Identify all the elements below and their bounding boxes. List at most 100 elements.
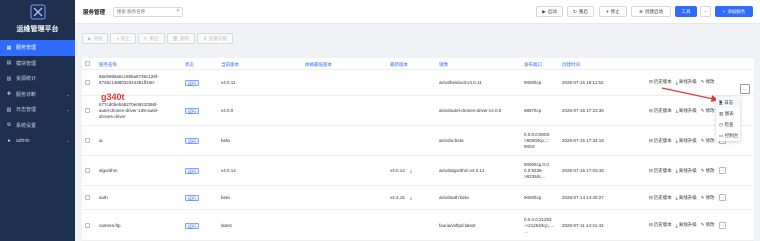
clock-icon: ◷: [719, 121, 723, 127]
dropdown-item-console[interactable]: ▭ 控制台: [716, 130, 740, 141]
history-button[interactable]: ⊟ 历史版本: [649, 168, 672, 174]
edit-button[interactable]: ✎ 修改: [701, 222, 715, 228]
edit-button[interactable]: ✎ 修改: [701, 168, 715, 174]
row-actions-dropdown: 🗎 日志 ▥ 图表 ◷ 检查 ▭ 控制台: [716, 97, 740, 141]
add-service-button[interactable]: + 添加服务: [715, 6, 753, 17]
service-name[interactable]: algorithm: [99, 168, 118, 174]
search-input[interactable]: [113, 6, 184, 17]
pencil-icon: ✎: [700, 79, 705, 84]
annotation-text: g340t: [101, 92, 125, 102]
port-line: ...: [524, 228, 528, 234]
select-all-checkbox[interactable]: [85, 61, 90, 66]
history-button[interactable]: ⊟ 历史版本: [649, 108, 672, 114]
offline-upgrade-button[interactable]: ⤓ 离线升级: [676, 222, 697, 228]
start-button[interactable]: ▶ 启动: [536, 6, 563, 17]
status-badge: 运行: [185, 138, 199, 144]
created-time: 2025-07-15 17:34:18: [562, 138, 604, 143]
download-icon: ⤓: [675, 108, 678, 113]
image-name: airiot/auth:beta: [439, 195, 469, 200]
row-more-button[interactable]: ···: [718, 221, 726, 229]
dropdown-item-log[interactable]: 🗎 日志: [716, 97, 740, 108]
stop-button[interactable]: ⏸ 停止: [599, 6, 627, 17]
toolbar-delete-button[interactable]: 🗑 删除: [166, 33, 196, 44]
history-button[interactable]: ⊟ 历史版本: [649, 195, 672, 201]
status-badge: 运行: [185, 195, 199, 201]
logo: 运维管理平台: [0, 0, 75, 40]
edit-button[interactable]: ✎ 修改: [701, 79, 715, 85]
row-more-button[interactable]: ···: [718, 194, 726, 201]
sidebar-item-label: 资源统计: [16, 76, 37, 83]
service-name[interactable]: ai: [99, 138, 103, 144]
port-line: 9000/tcp: [524, 195, 542, 200]
service-name[interactable]: 6746c1489032344351ff160-: [99, 80, 155, 86]
history-button[interactable]: ⊟ 历史版本: [649, 79, 672, 85]
restart-button[interactable]: ↻ 重启: [567, 6, 594, 17]
more-button[interactable]: ···: [700, 6, 711, 17]
offline-upgrade-label: 离线升级: [678, 167, 697, 173]
row-checkbox[interactable]: [85, 138, 90, 143]
offline-upgrade-button[interactable]: ⤓ 离线升级: [676, 168, 697, 174]
download-icon: ⤓: [675, 222, 678, 228]
pencil-icon: ✎: [700, 194, 705, 200]
history-label: 历史版本: [653, 167, 672, 173]
toolbar-upgrade-button[interactable]: ⬆ 批量升级: [197, 33, 233, 44]
user-icon: ●: [7, 137, 11, 144]
row-checkbox[interactable]: [85, 108, 90, 113]
toolbar-restart-button[interactable]: ↻ 重启: [137, 33, 165, 44]
row-checkbox[interactable]: [85, 195, 90, 200]
service-name[interactable]: camera-ftp: [99, 223, 121, 229]
sidebar-item-2[interactable]: ▥ 资源统计: [0, 71, 75, 87]
offline-upgrade-button[interactable]: ⤓ 离线升级: [676, 195, 697, 201]
create-start-button[interactable]: ⊕ 创建启动: [631, 6, 671, 17]
image-name: airiot/algorithm:v4.0.14: [439, 168, 485, 173]
dropdown-item-check[interactable]: ◷ 检查: [716, 119, 740, 130]
offline-upgrade-button[interactable]: ⤓ 离线升级: [676, 138, 697, 144]
port-line: 9003-: [524, 144, 536, 149]
sidebar-item-4[interactable]: ▧ 日志管理 ⌄: [0, 102, 75, 118]
service-name[interactable]: drones-driver: [99, 114, 126, 120]
offline-upgrade-label: 离线升级: [678, 194, 697, 200]
close-icon[interactable]: ✕: [176, 8, 180, 14]
history-button[interactable]: ⊟ 历史版本: [649, 222, 672, 228]
row-actions: ⊟历史版本⤓离线升级✎修改···: [649, 137, 726, 144]
edit-button[interactable]: ✎ 修改: [701, 138, 715, 144]
sidebar-item-0[interactable]: ▦ 服务管理: [0, 40, 75, 56]
download-icon[interactable]: ⤓: [410, 168, 412, 174]
sidebar-item-5[interactable]: ⚙ 系统设置: [0, 118, 75, 134]
history-label: 历史版本: [653, 222, 672, 227]
plus-circle-icon: ⊕: [639, 8, 643, 14]
history-label: 历史版本: [653, 194, 672, 200]
row-checkbox[interactable]: [85, 80, 90, 85]
download-icon[interactable]: ⤓: [410, 195, 412, 201]
sidebar-item-6[interactable]: ● admin ⌄: [0, 133, 75, 149]
sidebar-item-3[interactable]: ✚ 服务诊断 ⌄: [0, 87, 75, 103]
sidebar-item-label: 日志管理: [16, 107, 37, 114]
sidebar-item-1[interactable]: ▤ 模块管理: [0, 56, 75, 72]
row-more-button[interactable]: ···: [718, 167, 726, 174]
offline-upgrade-button[interactable]: ⤓ 离线升级: [676, 108, 697, 114]
latest-version: v4.0.14: [390, 168, 405, 173]
edit-button[interactable]: ✎ 修改: [701, 195, 715, 201]
edit-button[interactable]: ✎ 修改: [701, 108, 715, 114]
refresh-icon: ↻: [573, 8, 577, 14]
port-line: 9000/tcp: [524, 80, 542, 85]
pencil-icon: ✎: [700, 137, 705, 143]
history-button[interactable]: ⊟ 历史版本: [649, 138, 672, 144]
table-row: 66eb968a5cc885a6739c128f- 6746c1489032344…: [82, 70, 754, 96]
offline-upgrade-button[interactable]: ⤓ 离线升级: [676, 79, 697, 85]
toolbar-stop-button[interactable]: ⏸ 停止: [110, 33, 136, 44]
current-version: beta: [221, 195, 230, 200]
dropdown-item-chart[interactable]: ▥ 图表: [716, 108, 740, 119]
x-logo-icon: [30, 4, 45, 20]
table-row: camera-ftp 运行 latest fauria/vsftpd:latest 0.…: [82, 210, 754, 241]
pencil-icon: ✎: [700, 167, 705, 173]
row-more-button[interactable]: ···: [740, 84, 750, 94]
service-name[interactable]: auth: [99, 195, 108, 201]
tools-button[interactable]: 工具: [675, 6, 697, 17]
toolbar-start-button[interactable]: ▶ 开始: [82, 33, 109, 44]
table-row: algorithm 运行 v4.0.14 v4.0.14 ⤓ airiot/algorit…: [82, 156, 754, 186]
sidebar-item-label: 服务诊断: [16, 91, 37, 98]
row-checkbox[interactable]: [85, 222, 90, 228]
chart-icon: ▥: [719, 110, 724, 116]
row-checkbox[interactable]: [85, 168, 90, 173]
